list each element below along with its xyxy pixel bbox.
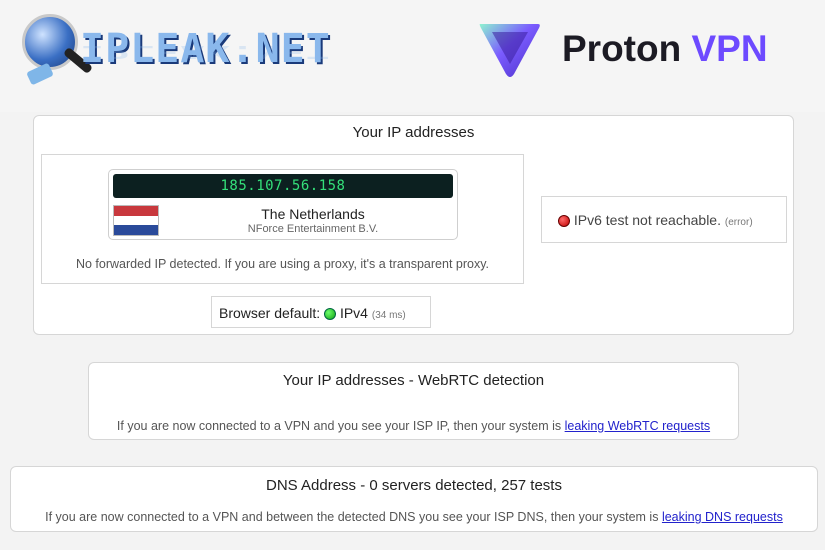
red-status-icon	[558, 215, 570, 228]
webrtc-panel-title: Your IP addresses - WebRTC detection	[282, 372, 545, 389]
header: IPLEAK.NET IPLEAK.NET Proton VPN	[0, 0, 825, 112]
ipleak-wordmark-reflection: IPLEAK.NET	[80, 41, 331, 62]
ip-addresses-panel: Your IP addresses 185.107.56.158 The Net…	[33, 115, 794, 335]
ipv6-status-text: IPv6 test not reachable.	[573, 212, 721, 228]
ip-card: 185.107.56.158 The Netherlands NForce En…	[108, 169, 458, 240]
browser-default-row: Browser default: IPv4 (34 ms)	[219, 305, 406, 321]
webrtc-note: If you are now connected to a VPN and yo…	[89, 419, 738, 433]
browser-default-value: IPv4	[339, 305, 368, 321]
ipleak-logo[interactable]: IPLEAK.NET IPLEAK.NET	[18, 12, 378, 87]
dns-panel-title: DNS Address - 0 servers detected, 257 te…	[266, 477, 562, 494]
ipv6-box: IPv6 test not reachable. (error)	[541, 196, 787, 243]
dns-leak-link[interactable]: leaking DNS requests	[662, 510, 783, 524]
proton-vpn-text: VPN	[691, 28, 768, 69]
globe-icon	[22, 14, 78, 70]
green-status-icon	[324, 308, 337, 321]
browser-default-label: Browser default:	[219, 305, 321, 321]
forwarded-ip-note: No forwarded IP detected. If you are usi…	[75, 257, 490, 271]
ip-panel-title: Your IP addresses	[352, 124, 475, 141]
proton-brand-text: Proton	[562, 28, 682, 69]
webrtc-leak-link[interactable]: leaking WebRTC requests	[565, 419, 710, 433]
dns-note-text: If you are now connected to a VPN and be…	[45, 510, 659, 524]
webrtc-panel: Your IP addresses - WebRTC detection If …	[88, 362, 739, 440]
plug-icon	[26, 62, 54, 86]
country-name: The Netherlands	[261, 206, 365, 222]
proton-wordmark: Proton VPN	[562, 28, 768, 70]
ipv6-error-note: (error)	[724, 217, 753, 228]
isp-name: NForce Entertainment B.V.	[247, 223, 379, 235]
proton-vpn-logo[interactable]: Proton VPN	[478, 20, 788, 80]
browser-default-time: (34 ms)	[371, 310, 406, 321]
webrtc-note-text: If you are now connected to a VPN and yo…	[116, 419, 562, 433]
dns-note: If you are now connected to a VPN and be…	[11, 510, 817, 524]
browser-default-box: Browser default: IPv4 (34 ms)	[211, 296, 431, 328]
netherlands-flag-icon	[113, 205, 159, 236]
dns-panel: DNS Address - 0 servers detected, 257 te…	[10, 466, 818, 532]
ipv6-status: IPv6 test not reachable. (error)	[558, 212, 753, 228]
ip-address-display[interactable]: 185.107.56.158	[113, 174, 453, 198]
proton-shield-icon	[479, 24, 540, 77]
ipv4-box: 185.107.56.158 The Netherlands NForce En…	[41, 154, 524, 284]
